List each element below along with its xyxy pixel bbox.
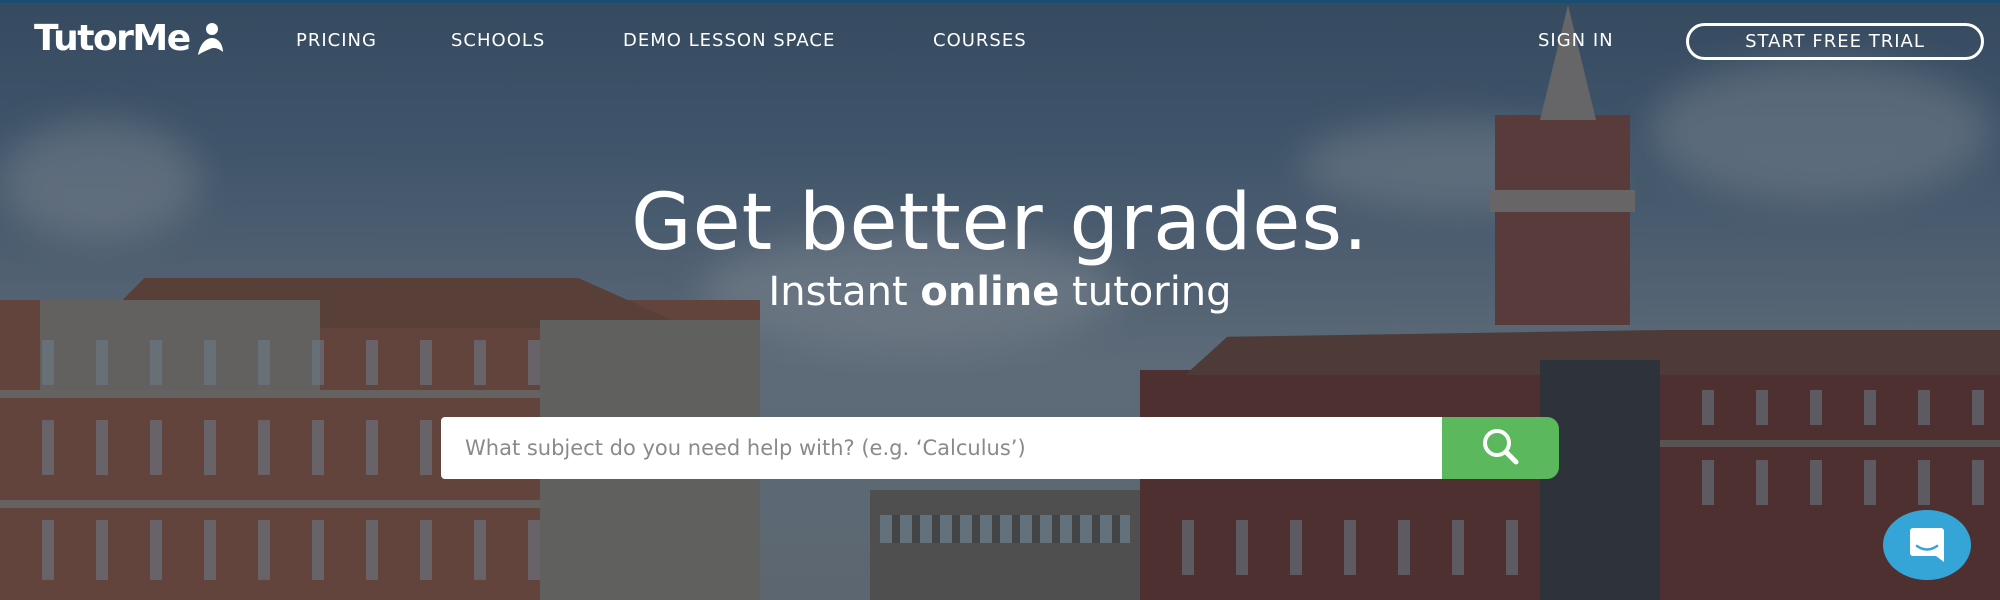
nav-link-courses[interactable]: COURSES: [933, 30, 1027, 51]
chat-launcher-button[interactable]: [1883, 510, 1971, 580]
nav-link-schools[interactable]: SCHOOLS: [451, 30, 545, 51]
hero-subtitle-post: tutoring: [1059, 269, 1232, 315]
top-navigation: TutorMe PRICING SCHOOLS DEMO LESSON SPAC…: [0, 0, 2000, 80]
nav-link-demo-lesson-space[interactable]: DEMO LESSON SPACE: [623, 30, 835, 51]
nav-link-pricing[interactable]: PRICING: [296, 30, 377, 51]
brand-name: TutorMe: [34, 18, 191, 59]
subject-search-bar: [441, 417, 1559, 479]
brand-logo[interactable]: TutorMe: [34, 18, 224, 59]
person-icon: [197, 22, 223, 55]
search-button[interactable]: [1442, 417, 1559, 479]
hero-title: Get better grades.: [631, 178, 1369, 268]
chat-bubble-icon: [1910, 528, 1944, 562]
sign-in-link[interactable]: SIGN IN: [1538, 30, 1614, 51]
hero-subtitle-pre: Instant: [768, 269, 921, 315]
start-free-trial-button[interactable]: START FREE TRIAL: [1686, 23, 1984, 60]
subject-search-input[interactable]: [441, 417, 1442, 479]
hero-subtitle: Instant online tutoring: [0, 269, 2000, 315]
hero-subtitle-emphasis: online: [920, 269, 1060, 315]
search-icon: [1482, 429, 1518, 465]
